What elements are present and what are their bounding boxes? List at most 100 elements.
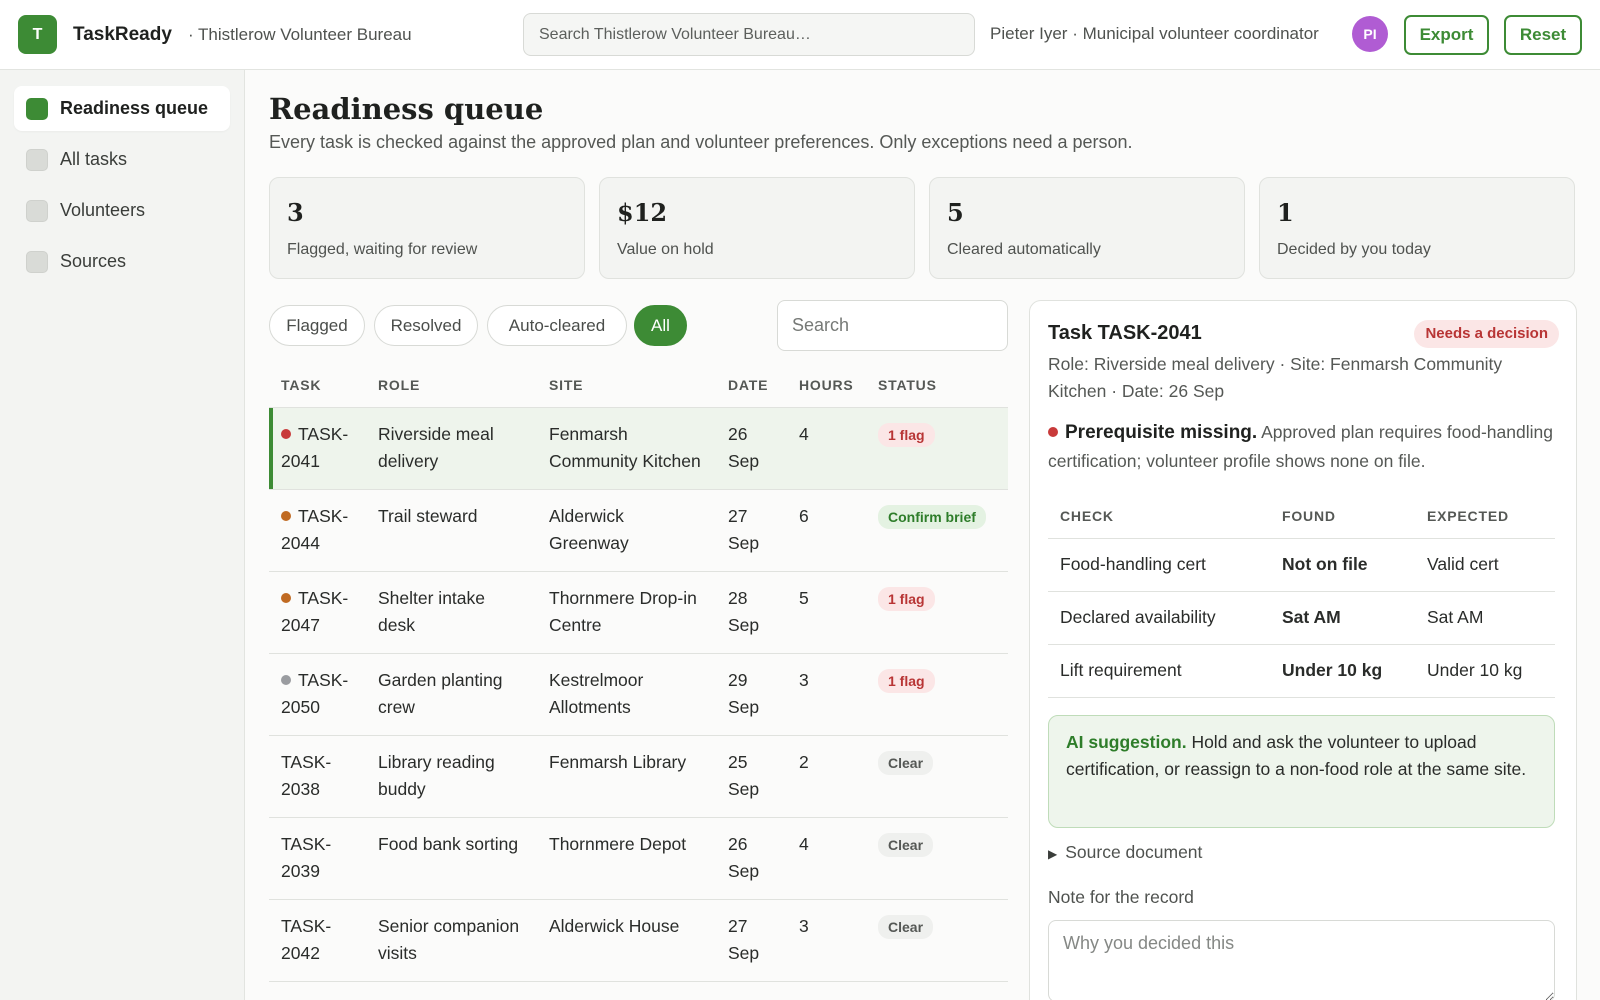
note-label: Note for the record — [1048, 887, 1194, 907]
column-header-status[interactable]: STATUS — [866, 364, 1008, 408]
hours-cell: 2 — [787, 735, 866, 818]
user-info: Pieter Iyer · Municipal volunteer coordi… — [990, 24, 1319, 43]
status-badge: Confirm brief — [878, 504, 986, 529]
filter-resolved[interactable]: Resolved — [374, 305, 478, 346]
hours-cell: 3 — [787, 899, 866, 982]
check-row: Declared availability Sat AM Sat AM — [1048, 591, 1555, 645]
detail-title: Task TASK-2041 — [1048, 322, 1202, 344]
table-row[interactable]: TASK-2041 Riverside meal delivery Fenmarsh… — [269, 407, 1008, 490]
table-header-row: TASK ROLE SITE DATE HOURS STATUS — [269, 364, 1008, 408]
role-cell: Trail steward — [366, 489, 537, 572]
check-expected: Under 10 kg — [1415, 644, 1555, 698]
priority-dot-icon — [281, 674, 291, 685]
table-row[interactable]: TASK-2044 Trail steward Alderwick Greenway… — [269, 489, 1008, 572]
stat-value: 1 — [1277, 198, 1294, 227]
stat-value: 5 — [947, 198, 964, 227]
status-cell: 1 flag — [866, 571, 1008, 654]
hours-cell: 3 — [787, 653, 866, 736]
date-cell: 28 Sep — [716, 571, 787, 654]
sidebar-item-label: All tasks — [60, 149, 128, 169]
task-id-cell: TASK-2038 — [269, 735, 366, 818]
status-cell: Confirm brief — [866, 489, 1008, 572]
check-name: Declared availability — [1048, 591, 1270, 645]
sidebar-item-label: Sources — [60, 251, 127, 271]
page-subtitle: Every task is checked against the approv… — [269, 132, 1133, 152]
status-cell: Clear — [866, 735, 1008, 818]
stat-card-value-on-hold: $12 Value on hold — [599, 177, 915, 279]
status-badge: 1 flag — [878, 422, 935, 447]
hours-cell: 4 — [787, 817, 866, 900]
task-id-cell: TASK-2042 — [269, 899, 366, 982]
global-search-input[interactable] — [523, 13, 975, 56]
status-cell: Clear — [866, 899, 1008, 982]
table-row[interactable]: TASK-2047 Shelter intake desk Thornmere Dr… — [269, 571, 1008, 654]
task-id-cell: TASK-2050 — [269, 653, 366, 736]
status-cell: 1 flag — [866, 407, 1008, 490]
check-found: Not on file — [1270, 538, 1415, 592]
stat-card-decided: 1 Decided by you today — [1259, 177, 1575, 279]
column-header-site[interactable]: SITE — [537, 364, 716, 408]
filter-flagged[interactable]: Flagged — [269, 305, 365, 346]
check-found: Sat AM — [1270, 591, 1415, 645]
avatar[interactable]: PI — [1352, 16, 1388, 52]
check-row: Food-handling cert Not on file Valid cer… — [1048, 538, 1555, 592]
hours-cell: 6 — [787, 489, 866, 572]
role-cell: Garden planting crew — [366, 653, 537, 736]
task-id-cell: TASK-2041 — [269, 407, 366, 490]
date-cell: 25 Sep — [716, 735, 787, 818]
table-row[interactable]: TASK-2038 Library reading buddy Fenmarsh L… — [269, 735, 1008, 818]
export-button[interactable]: Export — [1404, 15, 1489, 55]
table-row[interactable]: TASK-2042 Senior companion visits Alderwic… — [269, 899, 1008, 982]
sidebar-item-sources[interactable]: Sources — [14, 239, 230, 284]
column-header-role[interactable]: ROLE — [366, 364, 537, 408]
sidebar-item-all-tasks[interactable]: All tasks — [14, 137, 230, 182]
site-cell: Kestrelmoor Allotments — [537, 653, 716, 736]
date-cell: 26 Sep — [716, 817, 787, 900]
status-cell: 1 flag — [866, 653, 1008, 736]
note-field[interactable] — [1048, 920, 1555, 1000]
table-row[interactable]: TASK-2050 Garden planting crew Kestrelmoor… — [269, 653, 1008, 736]
stat-value: $12 — [617, 198, 668, 227]
sidebar-item-label: Readiness queue — [60, 98, 209, 118]
role-cell: Senior companion visits — [366, 899, 537, 982]
column-header-found: FOUND — [1270, 495, 1415, 539]
site-cell: Alderwick Greenway — [537, 489, 716, 572]
column-header-date[interactable]: DATE — [716, 364, 787, 408]
status-badge: Needs a decision — [1414, 320, 1559, 348]
task-id-cell: TASK-2047 — [269, 571, 366, 654]
stat-label: Decided by you today — [1277, 241, 1431, 258]
date-cell: 27 Sep — [716, 489, 787, 572]
check-name: Lift requirement — [1048, 644, 1270, 698]
column-header-check: CHECK — [1048, 495, 1270, 539]
table-search-input[interactable] — [777, 300, 1008, 351]
page-title: Readiness queue — [269, 92, 544, 126]
hours-cell: 5 — [787, 571, 866, 654]
source-document-toggle[interactable]: ▶ Source document — [1048, 842, 1202, 863]
role-cell: Shelter intake desk — [366, 571, 537, 654]
sidebar-item-volunteers[interactable]: Volunteers — [14, 188, 230, 233]
ai-suggestion-label: AI suggestion. — [1066, 732, 1187, 752]
date-cell: 26 Sep — [716, 407, 787, 490]
stat-label: Flagged, waiting for review — [287, 241, 478, 258]
volunteers-icon — [26, 199, 48, 222]
column-header-task[interactable]: TASK — [269, 364, 366, 408]
column-header-hours[interactable]: HOURS — [787, 364, 866, 408]
check-expected: Valid cert — [1415, 538, 1555, 592]
app-logo[interactable]: T — [18, 15, 57, 54]
site-cell: Alderwick House — [537, 899, 716, 982]
table-row[interactable]: TASK-2039 Food bank sorting Thornmere Depo… — [269, 817, 1008, 900]
role-cell: Library reading buddy — [366, 735, 537, 818]
reset-button[interactable]: Reset — [1504, 15, 1582, 55]
task-id: TASK-2042 — [281, 915, 332, 963]
date-cell: 27 Sep — [716, 899, 787, 982]
status-badge: Clear — [878, 914, 934, 939]
site-cell: Fenmarsh Library — [537, 735, 716, 818]
priority-dot-icon — [281, 592, 291, 603]
filter-all[interactable]: All — [634, 305, 687, 346]
filter-auto-cleared[interactable]: Auto-cleared — [487, 305, 627, 346]
sidebar-item-label: Volunteers — [60, 200, 146, 220]
sidebar-item-readiness-queue[interactable]: Readiness queue — [14, 86, 230, 131]
sidebar: Readiness queue All tasks Volunteers Sou… — [0, 70, 245, 1000]
date-cell: 29 Sep — [716, 653, 787, 736]
stat-label: Cleared automatically — [947, 241, 1101, 258]
